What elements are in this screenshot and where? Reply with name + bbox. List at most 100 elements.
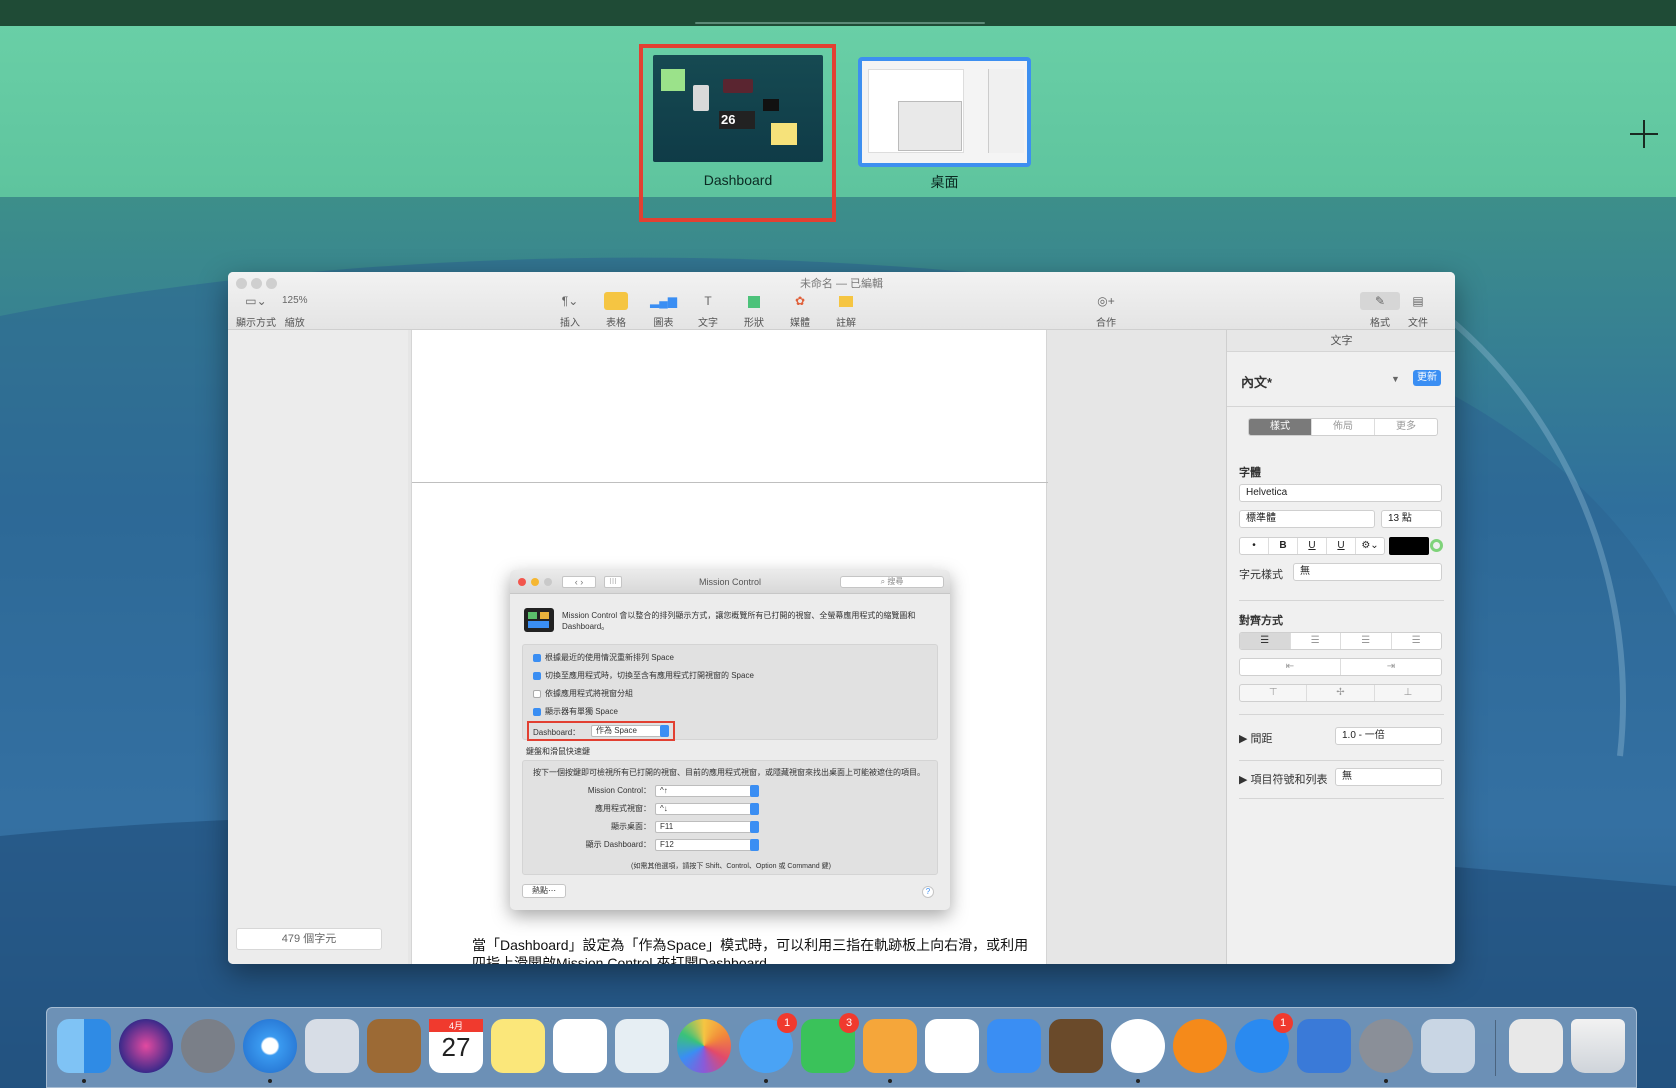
decrease-indent-icon[interactable]: ⇤ <box>1240 659 1341 675</box>
font-format-buttons: • B U U ⚙⌄ <box>1239 537 1385 555</box>
sidebar-icon: ▭⌄ <box>245 294 267 308</box>
align-top-icon[interactable]: ⊤ <box>1240 685 1308 701</box>
document-icon: ▤ <box>1412 294 1424 308</box>
paragraph-style-name[interactable]: 內文* <box>1241 372 1272 391</box>
color-wheel-icon[interactable] <box>1430 539 1443 552</box>
text-color-well[interactable] <box>1389 537 1429 555</box>
format-inspector: 文字 內文* ▼ 更新 樣式 佈局 更多 字體 Helvetica 標準體 13… <box>1226 330 1455 964</box>
safari-icon[interactable] <box>243 1019 297 1073</box>
subtab-style[interactable]: 樣式 <box>1249 419 1312 435</box>
add-space-button[interactable] <box>1630 120 1658 148</box>
launchpad-icon[interactable] <box>181 1019 235 1073</box>
font-size-field[interactable]: 13 點 <box>1381 510 1442 528</box>
comment-button[interactable]: 註解 <box>834 292 858 329</box>
xcode-icon[interactable] <box>1297 1019 1351 1073</box>
document-paragraph[interactable]: 當「Dashboard」設定為「作為Space」模式時，可以利用三指在軌跡板上向… <box>472 936 1032 964</box>
trash-icon[interactable] <box>1571 1019 1625 1073</box>
mail-icon[interactable] <box>305 1019 359 1073</box>
strikethrough-button[interactable]: U <box>1327 538 1356 554</box>
date-widget: 26 <box>719 111 755 129</box>
spacing-select[interactable]: 1.0 - 一倍 <box>1335 727 1442 745</box>
spaces-bar-handle <box>695 22 985 24</box>
keynote-icon[interactable] <box>987 1019 1041 1073</box>
bullets-label[interactable]: ▶ 項目符號和列表 <box>1239 771 1328 787</box>
word-count-field[interactable]: 479 個字元 <box>236 928 382 950</box>
document-page[interactable]: ‹ › ⁝⁝⁝ Mission Control ⌕ 搜尋 Mission Con… <box>411 330 1048 964</box>
mini-window-preferences <box>898 101 962 151</box>
divider <box>1227 406 1455 407</box>
space-thumbnail-desktop[interactable] <box>858 57 1031 167</box>
calendar-icon[interactable]: 4月 27 <box>429 1019 483 1073</box>
align-justify-icon[interactable]: ☰ <box>1392 633 1442 649</box>
underline-button[interactable]: U <box>1298 538 1327 554</box>
notes-icon[interactable] <box>491 1019 545 1073</box>
align-bottom-icon[interactable]: ⊥ <box>1375 685 1441 701</box>
calendar-widget <box>723 79 753 93</box>
sticky-note-widget-yellow <box>771 123 797 145</box>
increase-indent-icon[interactable]: ⇥ <box>1341 659 1441 675</box>
font-style-select[interactable]: 標準體 <box>1239 510 1375 528</box>
mission-control-app-icon <box>524 608 554 632</box>
checkbox-icon <box>533 689 541 698</box>
collaborate-button[interactable]: ◎+ 合作 <box>1094 292 1118 329</box>
ibooks-icon[interactable] <box>1173 1019 1227 1073</box>
option-row-4: 顯示器有單獨 Space <box>533 706 618 717</box>
system-preferences-icon[interactable] <box>1359 1019 1413 1073</box>
bullet-button[interactable]: • <box>1240 538 1269 554</box>
media-button[interactable]: ✿ 媒體 <box>788 292 812 329</box>
style-dropdown-icon[interactable]: ▼ <box>1391 374 1400 384</box>
preview-icon[interactable] <box>1421 1019 1475 1073</box>
alignment-label: 對齊方式 <box>1239 615 1283 627</box>
subtab-layout[interactable]: 佈局 <box>1312 419 1375 435</box>
align-middle-icon[interactable]: ✢ <box>1307 685 1375 701</box>
itunes-icon[interactable] <box>1111 1019 1165 1073</box>
garageband-icon[interactable] <box>1049 1019 1103 1073</box>
photos-icon[interactable] <box>677 1019 731 1073</box>
text-button[interactable]: T 文字 <box>696 292 720 329</box>
downloads-stack-icon[interactable] <box>1509 1019 1563 1073</box>
shortcuts-heading: 鍵盤和滑鼠快速鍵 <box>526 747 590 756</box>
space-label-dashboard: Dashboard <box>703 172 773 188</box>
pages-window: 未命名 — 已編輯 ▭⌄ 顯示方式 125% 縮放 ¶⌄ 插入 表格 ▂▄▆ 圖表 T文… <box>228 272 1455 964</box>
space-thumbnail-dashboard[interactable]: 26 <box>653 55 823 162</box>
update-style-button[interactable]: 更新 <box>1413 370 1441 386</box>
prefs-description: Mission Control 會以整合的排列顯示方式，讓您概覽所有已打開的視窗… <box>562 611 916 631</box>
align-left-icon[interactable]: ☰ <box>1240 633 1291 649</box>
align-right-icon[interactable]: ☰ <box>1341 633 1392 649</box>
mini-inspector <box>988 69 1024 153</box>
bold-button[interactable]: B <box>1269 538 1298 554</box>
spaces-bar: 26 Dashboard 桌面 <box>0 26 1676 222</box>
bullets-select[interactable]: 無 <box>1335 768 1442 786</box>
finder-icon[interactable] <box>57 1019 111 1073</box>
pages-icon[interactable] <box>863 1019 917 1073</box>
char-style-label: 字元樣式 <box>1239 569 1283 581</box>
window-title[interactable]: 未命名 — 已編輯 <box>228 275 1455 291</box>
spacing-label[interactable]: ▶ 間距 <box>1239 730 1273 746</box>
font-family-select[interactable]: Helvetica <box>1239 484 1442 502</box>
reminders-icon[interactable] <box>553 1019 607 1073</box>
option-row-1: 根據最近的使用情況重新排列 Space <box>533 652 674 663</box>
mission-control-screenshot: ‹ › ⁝⁝⁝ Mission Control ⌕ 搜尋 Mission Con… <box>510 570 950 910</box>
inspector-tab-text[interactable]: 文字 <box>1227 330 1455 352</box>
shape-button[interactable]: 形狀 <box>742 292 766 329</box>
facetime-icon[interactable]: 3 <box>801 1013 859 1073</box>
view-button[interactable]: ▭⌄ 顯示方式 <box>236 292 276 329</box>
zoom-menu[interactable]: 125% 縮放 <box>282 292 308 329</box>
gear-icon[interactable]: ⚙⌄ <box>1356 538 1384 554</box>
weather-widget <box>763 99 779 111</box>
align-center-icon[interactable]: ☰ <box>1291 633 1341 649</box>
table-button[interactable]: 表格 <box>604 292 628 329</box>
contacts-icon[interactable] <box>367 1019 421 1073</box>
format-button[interactable]: ✎ 格式 <box>1360 292 1400 329</box>
chart-button[interactable]: ▂▄▆ 圖表 <box>650 292 677 329</box>
messages-icon[interactable]: 1 <box>739 1013 797 1073</box>
document-button[interactable]: ▤ 文件 <box>1406 292 1430 329</box>
inspector-subtabs: 樣式 佈局 更多 <box>1248 418 1438 436</box>
char-style-select[interactable]: 無 <box>1293 563 1442 581</box>
insert-button[interactable]: ¶⌄ 插入 <box>558 292 582 329</box>
siri-icon[interactable] <box>119 1019 173 1073</box>
maps-icon[interactable] <box>615 1019 669 1073</box>
subtab-more[interactable]: 更多 <box>1375 419 1437 435</box>
app-store-icon[interactable]: 1 <box>1235 1013 1293 1073</box>
numbers-icon[interactable] <box>925 1019 979 1073</box>
